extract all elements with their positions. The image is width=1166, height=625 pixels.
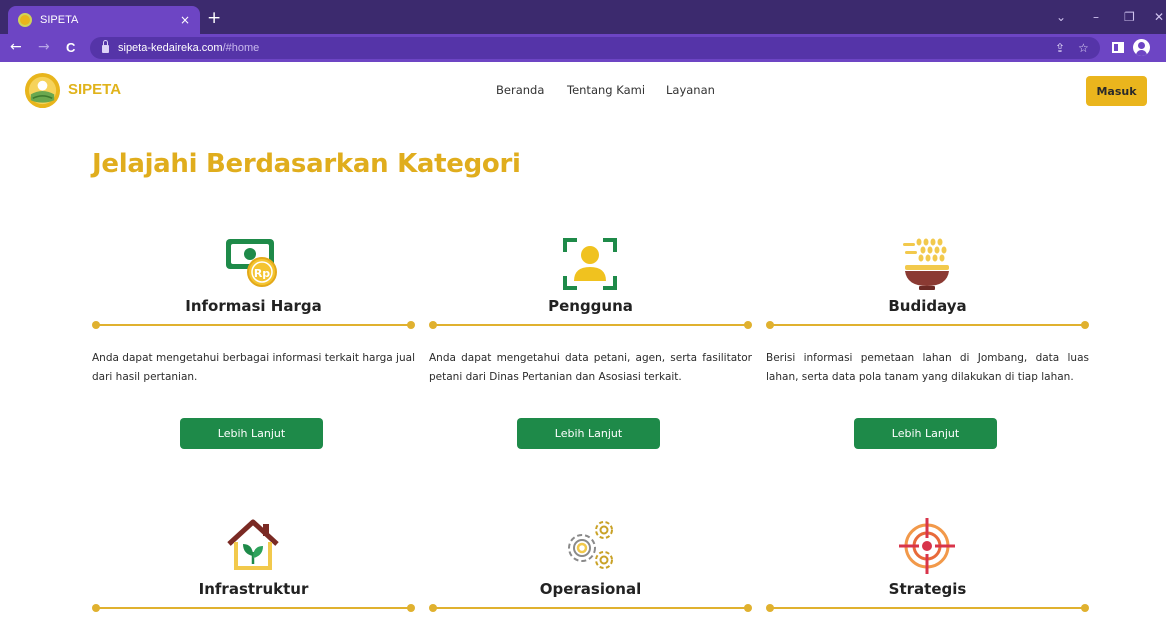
card-divider bbox=[766, 604, 1089, 612]
card-divider bbox=[429, 321, 752, 329]
category-card-pengguna: Pengguna Anda dapat mengetahui data peta… bbox=[429, 230, 752, 460]
favicon-icon bbox=[18, 13, 32, 27]
nav-link-layanan[interactable]: Layanan bbox=[666, 83, 715, 97]
reload-button[interactable]: C bbox=[66, 40, 75, 55]
lock-icon[interactable] bbox=[102, 40, 109, 53]
close-window-button[interactable]: ✕ bbox=[1154, 10, 1164, 24]
lebih-lanjut-button[interactable]: Lebih Lanjut bbox=[180, 418, 323, 449]
browser-tab[interactable]: SIPETA × bbox=[8, 6, 200, 34]
target-icon bbox=[899, 518, 955, 574]
svg-text:Rp: Rp bbox=[254, 267, 270, 280]
url-host: sipeta-kedaireka.com bbox=[118, 42, 223, 54]
card-description: Berisi informasi pemetaan lahan di Jomba… bbox=[766, 352, 1089, 383]
category-card-strategis: Strategis bbox=[766, 516, 1089, 616]
card-title: Budidaya bbox=[888, 297, 967, 315]
restore-button[interactable]: ❐ bbox=[1124, 10, 1135, 24]
money-icon: Rp bbox=[226, 239, 277, 287]
nav-link-beranda[interactable]: Beranda bbox=[496, 83, 544, 97]
browser-tab-bar: SIPETA × + ⌄ – ❐ ✕ bbox=[0, 0, 1166, 34]
card-description: Anda dapat mengetahui data petani, agen,… bbox=[429, 352, 752, 383]
side-panel-icon[interactable] bbox=[1112, 42, 1124, 53]
card-title: Strategis bbox=[888, 580, 967, 598]
house-icon bbox=[227, 519, 279, 570]
bookmark-star-icon[interactable]: ☆ bbox=[1078, 41, 1089, 55]
url-path: /#home bbox=[222, 42, 260, 54]
card-title: Infrastruktur bbox=[198, 580, 309, 598]
card-divider bbox=[92, 604, 415, 612]
card-divider bbox=[429, 604, 752, 612]
tab-title: SIPETA bbox=[40, 14, 79, 26]
user-icon bbox=[563, 238, 617, 290]
minimize-button[interactable]: – bbox=[1093, 10, 1099, 24]
share-icon[interactable]: ⇪ bbox=[1055, 41, 1065, 55]
sipeta-logo-icon[interactable] bbox=[24, 72, 61, 109]
category-card-budidaya: Budidaya Berisi informasi pemetaan lahan… bbox=[766, 230, 1089, 460]
page-title: Jelajahi Berdasarkan Kategori bbox=[92, 149, 521, 179]
gears-icon bbox=[568, 521, 613, 569]
brand-name[interactable]: SIPETA bbox=[68, 81, 121, 98]
forward-button[interactable]: → bbox=[38, 39, 50, 55]
new-tab-button[interactable]: + bbox=[207, 10, 221, 27]
profile-avatar-icon[interactable] bbox=[1133, 39, 1150, 56]
card-title: Informasi Harga bbox=[185, 297, 322, 315]
back-button[interactable]: ← bbox=[10, 39, 22, 55]
lebih-lanjut-button[interactable]: Lebih Lanjut bbox=[517, 418, 660, 449]
login-button[interactable]: Masuk bbox=[1086, 76, 1147, 106]
category-card-infrastruktur: Infrastruktur bbox=[92, 516, 415, 616]
card-title: Pengguna bbox=[548, 297, 633, 315]
category-card-operasional: Operasional bbox=[429, 516, 752, 616]
card-divider bbox=[92, 321, 415, 329]
lebih-lanjut-button[interactable]: Lebih Lanjut bbox=[854, 418, 997, 449]
address-bar: ← → C sipeta-kedaireka.com /#home ⇪ ☆ bbox=[0, 34, 1166, 62]
url-input[interactable]: sipeta-kedaireka.com /#home ⇪ ☆ bbox=[90, 37, 1100, 59]
card-title: Operasional bbox=[539, 580, 642, 598]
grain-bowl-icon bbox=[903, 238, 949, 290]
site-header: SIPETA Beranda Tentang Kami Layanan Masu… bbox=[0, 62, 1166, 120]
category-card-informasi-harga: Rp Informasi Harga Anda dapat mengetahui… bbox=[92, 230, 415, 460]
nav-link-tentang-kami[interactable]: Tentang Kami bbox=[567, 83, 645, 97]
card-divider bbox=[766, 321, 1089, 329]
tab-search-icon[interactable]: ⌄ bbox=[1056, 10, 1066, 24]
tab-close-icon[interactable]: × bbox=[180, 13, 190, 27]
card-description: Anda dapat mengetahui berbagai informasi… bbox=[92, 352, 415, 383]
